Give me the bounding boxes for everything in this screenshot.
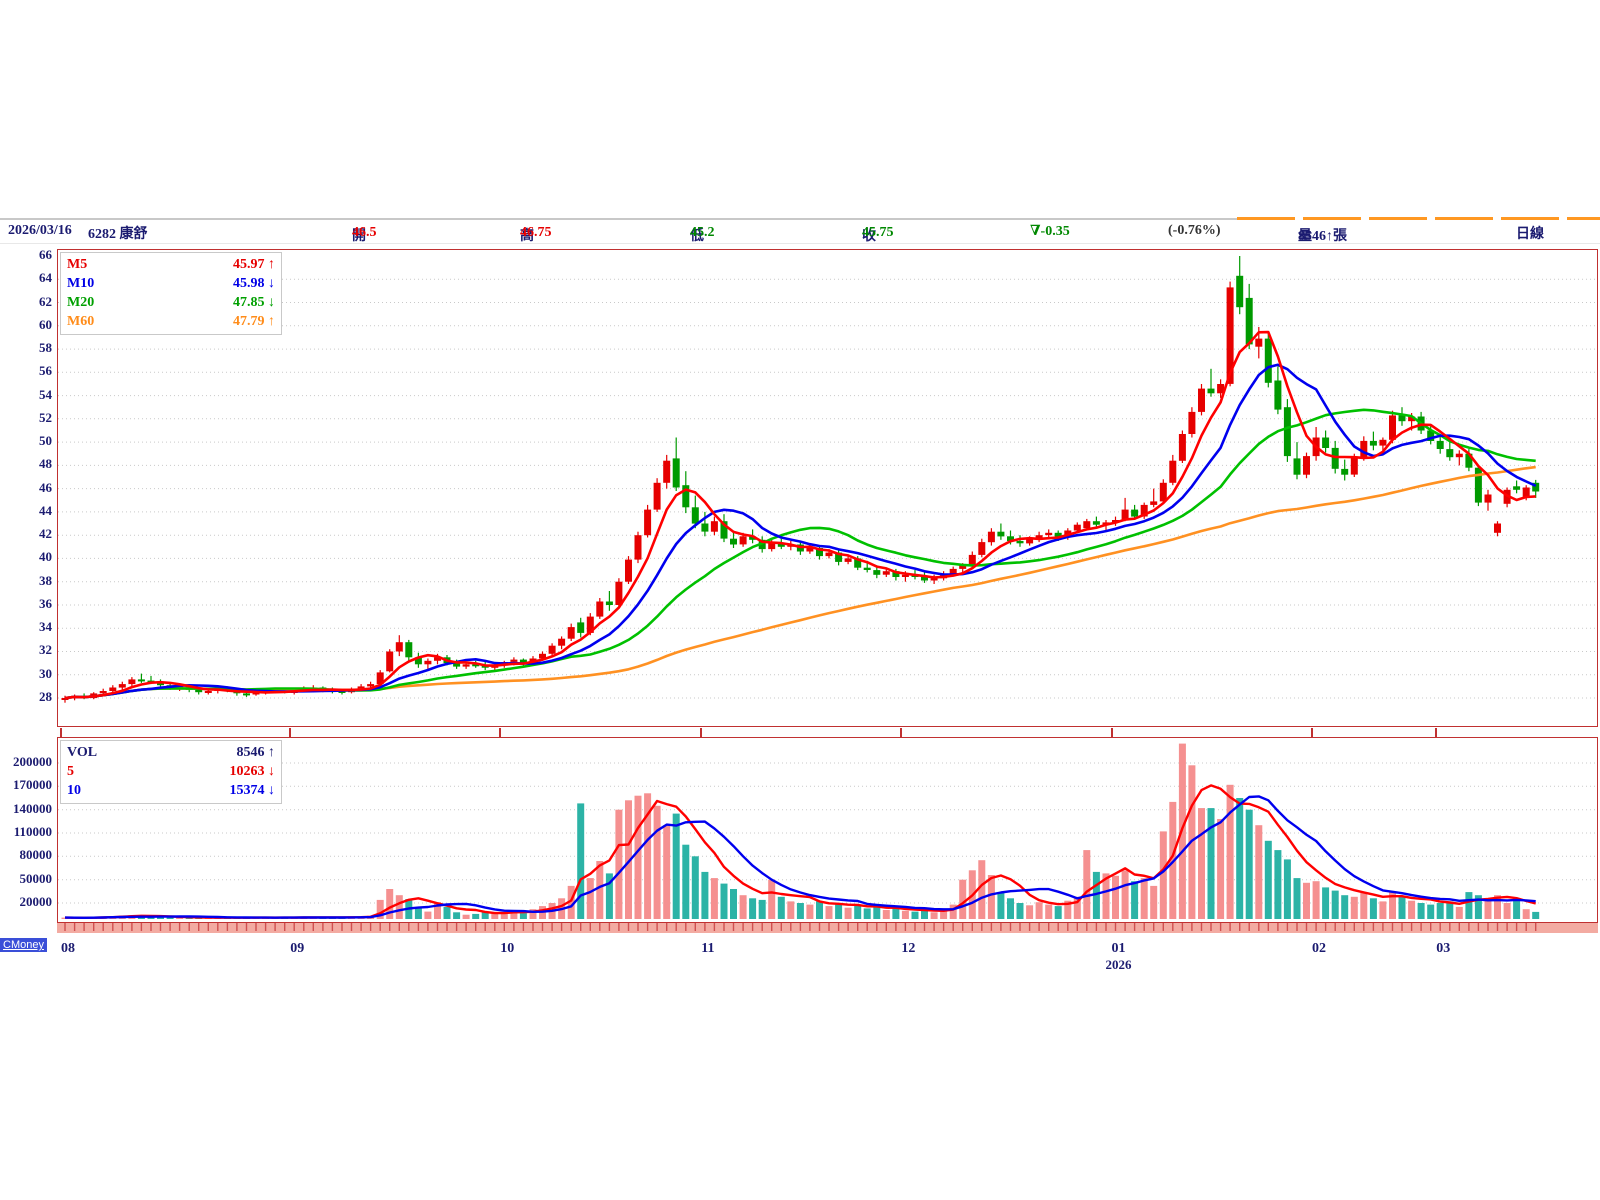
price-pane[interactable]: M545.97 ↑M1045.98 ↓M2047.85 ↓M6047.79 ↑ xyxy=(57,249,1598,727)
month-boundary-tick xyxy=(60,728,62,737)
stock-chart-window: 2026/03/16 6282 康舒 開 46.5 高 46.75 低 45.2… xyxy=(0,0,1600,1200)
top-divider-line xyxy=(0,218,1237,220)
x-axis-tick-ruler xyxy=(57,923,1598,933)
price-tick-label: 46 xyxy=(2,480,52,496)
volume-tick-label: 110000 xyxy=(2,824,52,840)
volume-chart xyxy=(58,738,1597,922)
x-axis-month-label: 08 xyxy=(48,941,88,957)
price-legend-row-m60: M6047.79 ↑ xyxy=(67,312,275,331)
volume-pane[interactable]: VOL8546 ↑510263 ↓1015374 ↓ xyxy=(57,737,1598,923)
top-divider-orange-dashes xyxy=(1237,217,1600,220)
price-tick-label: 36 xyxy=(2,596,52,612)
x-axis-month-label: 02 xyxy=(1299,941,1339,957)
price-tick-label: 66 xyxy=(2,247,52,263)
close-value: 45.75 xyxy=(862,225,894,241)
volume-legend-row-vol: VOL8546 ↑ xyxy=(67,743,275,762)
quote-date: 2026/03/16 xyxy=(8,223,72,239)
price-tick-label: 44 xyxy=(2,503,52,519)
volume-tick-label: 80000 xyxy=(2,847,52,863)
price-tick-label: 62 xyxy=(2,294,52,310)
x-axis-month-label: 09 xyxy=(277,941,317,957)
x-axis-month-label: 11 xyxy=(688,941,728,957)
price-tick-label: 58 xyxy=(2,340,52,356)
price-tick-label: 32 xyxy=(2,642,52,658)
x-axis-year-label: 2026 xyxy=(1089,957,1149,973)
price-tick-label: 52 xyxy=(2,410,52,426)
volume-tick-label: 50000 xyxy=(2,871,52,887)
change-percent: (-0.76%) xyxy=(1168,223,1221,239)
x-axis-month-label: 01 xyxy=(1099,941,1139,957)
volume-tick-label: 200000 xyxy=(2,754,52,770)
price-tick-label: 64 xyxy=(2,270,52,286)
price-legend-row-m10: M1045.98 ↓ xyxy=(67,274,275,293)
pane-divider-strip xyxy=(57,728,1598,737)
month-boundary-tick xyxy=(1311,728,1313,737)
price-legend-row-m5: M545.97 ↑ xyxy=(67,255,275,274)
price-tick-label: 56 xyxy=(2,363,52,379)
month-boundary-tick xyxy=(1435,728,1437,737)
month-boundary-tick xyxy=(700,728,702,737)
price-tick-label: 30 xyxy=(2,666,52,682)
month-boundary-tick xyxy=(900,728,902,737)
price-ma10-line xyxy=(65,365,1536,698)
x-axis-month-label: 10 xyxy=(487,941,527,957)
open-value: 46.5 xyxy=(352,225,377,241)
x-axis-month-label: 12 xyxy=(888,941,928,957)
price-tick-label: 60 xyxy=(2,317,52,333)
month-boundary-tick xyxy=(289,728,291,737)
volume-ma-legend: VOL8546 ↑510263 ↓1015374 ↓ xyxy=(60,740,282,804)
high-value: 46.75 xyxy=(520,225,552,241)
change-value: ∇-0.35 xyxy=(1030,223,1070,240)
price-tick-label: 48 xyxy=(2,456,52,472)
price-tick-label: 34 xyxy=(2,619,52,635)
low-value: 45.2 xyxy=(690,225,715,241)
x-axis-month-label: 03 xyxy=(1423,941,1463,957)
cmoney-watermark-link[interactable]: CMoney xyxy=(0,938,47,952)
price-ma60-line xyxy=(65,467,1536,698)
price-legend-row-m20: M2047.85 ↓ xyxy=(67,293,275,312)
price-ma5-line xyxy=(65,332,1536,698)
volume-legend-row-10: 1015374 ↓ xyxy=(67,781,275,800)
period-label: 日線 xyxy=(1516,223,1544,243)
quote-header: 2026/03/16 6282 康舒 開 46.5 高 46.75 低 45.2… xyxy=(0,221,1600,244)
volume-tick-label: 140000 xyxy=(2,801,52,817)
price-ma-legend: M545.97 ↑M1045.98 ↓M2047.85 ↓M6047.79 ↑ xyxy=(60,252,282,335)
price-tick-label: 50 xyxy=(2,433,52,449)
month-boundary-tick xyxy=(499,728,501,737)
price-tick-label: 38 xyxy=(2,573,52,589)
volume-tick-label: 170000 xyxy=(2,777,52,793)
price-tick-label: 54 xyxy=(2,387,52,403)
volume-tick-label: 20000 xyxy=(2,894,52,910)
volume-legend-row-5: 510263 ↓ xyxy=(67,762,275,781)
stock-code-name: 6282 康舒 xyxy=(88,223,148,243)
price-tick-label: 28 xyxy=(2,689,52,705)
candlestick-chart xyxy=(58,250,1597,726)
price-tick-label: 42 xyxy=(2,526,52,542)
volume-value: 8546↑張 xyxy=(1298,225,1347,245)
price-tick-label: 40 xyxy=(2,549,52,565)
month-boundary-tick xyxy=(1111,728,1113,737)
